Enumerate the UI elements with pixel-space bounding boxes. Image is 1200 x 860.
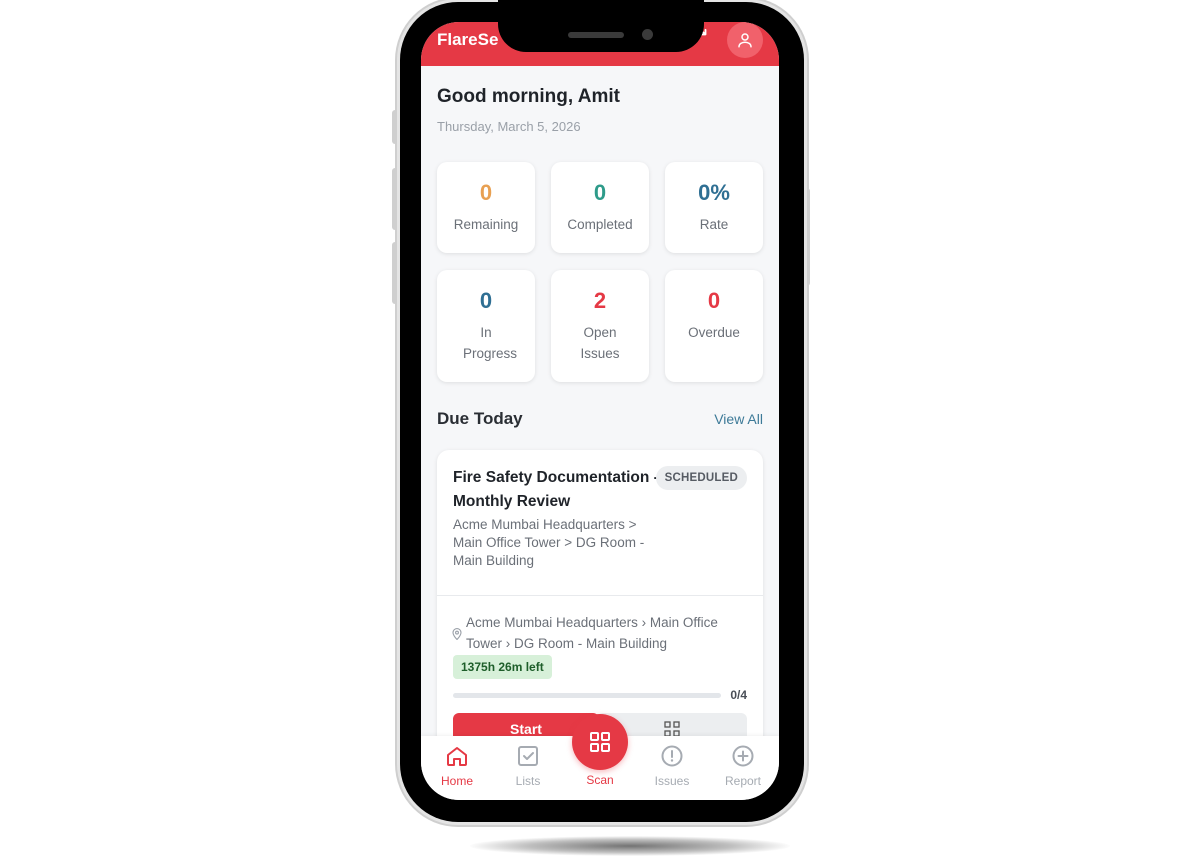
card-divider: [437, 595, 763, 596]
phone-notch: [498, 0, 704, 52]
stat-value: 0: [707, 288, 721, 313]
phone-volume-up-button: [392, 168, 398, 230]
stat-card-remaining[interactable]: 0 Remaining: [437, 162, 535, 253]
qr-code-icon: [664, 721, 680, 737]
greeting-title: Good morning, Amit: [437, 86, 620, 107]
current-date: Thursday, March 5, 2026: [437, 119, 581, 134]
scan-button[interactable]: [572, 714, 628, 770]
alert-circle-icon: [661, 745, 683, 767]
phone-shadow: [470, 836, 790, 856]
checklist-icon: [518, 746, 538, 766]
profile-avatar-button[interactable]: [727, 22, 763, 58]
task-progress-bar: [453, 693, 721, 698]
user-icon: [738, 33, 752, 48]
plus-circle-icon: [732, 745, 754, 767]
nav-label: Report: [724, 774, 762, 788]
time-left-badge: 1375h 26m left: [453, 655, 552, 679]
stat-label: Rate: [699, 217, 729, 232]
nav-label: Issues: [654, 774, 690, 788]
stat-label: Overdue: [688, 325, 740, 340]
nav-label: Home: [440, 774, 473, 788]
task-location: Acme Mumbai Headquarters › Main Office T…: [466, 615, 718, 651]
stat-label: Open Issues: [580, 325, 620, 361]
stat-label: In Progress: [463, 325, 518, 361]
app-screen: FlareSe Good morning, Amit Thursday, Mar…: [421, 22, 779, 800]
stat-label: Remaining: [453, 217, 519, 232]
stat-card-rate[interactable]: 0% Rate: [665, 162, 763, 253]
nav-issues[interactable]: Issues: [642, 744, 702, 788]
stat-value: 0: [479, 180, 493, 205]
stat-value: 0: [479, 288, 493, 313]
phone-mute-button: [392, 110, 398, 144]
task-progress-count: 0/4: [730, 688, 747, 702]
stat-card-completed[interactable]: 0 Completed: [551, 162, 649, 253]
stat-card-overdue[interactable]: 0 Overdue: [665, 270, 763, 382]
stat-value: 0%: [698, 180, 730, 205]
speaker-grille: [568, 32, 624, 38]
stat-card-open-issues[interactable]: 2 Open Issues: [551, 270, 649, 382]
stat-value: 0: [593, 180, 607, 205]
nav-lists[interactable]: Lists: [498, 744, 558, 788]
phone-volume-down-button: [392, 242, 398, 304]
nav-report[interactable]: Report: [713, 744, 773, 788]
home-icon: [447, 747, 467, 766]
stat-label: Completed: [567, 217, 633, 232]
stat-value: 2: [593, 288, 607, 313]
nav-label: Lists: [515, 774, 541, 788]
stat-card-in-progress[interactable]: 0 In Progress: [437, 270, 535, 382]
front-camera: [642, 29, 653, 40]
location-pin-icon: [452, 628, 462, 640]
grid-scan-icon: [590, 732, 610, 752]
phone-power-button: [804, 188, 810, 286]
due-today-heading: Due Today: [437, 409, 523, 428]
scan-label: Scan: [586, 773, 614, 787]
task-path: Acme Mumbai Headquarters > Main Office T…: [453, 517, 645, 568]
app-title: FlareSe: [437, 30, 499, 49]
task-title: Fire Safety Documentation - Monthly Revi…: [453, 469, 659, 510]
status-badge: SCHEDULED: [655, 466, 747, 490]
view-all-link[interactable]: View All: [714, 411, 763, 427]
nav-home[interactable]: Home: [427, 744, 487, 788]
